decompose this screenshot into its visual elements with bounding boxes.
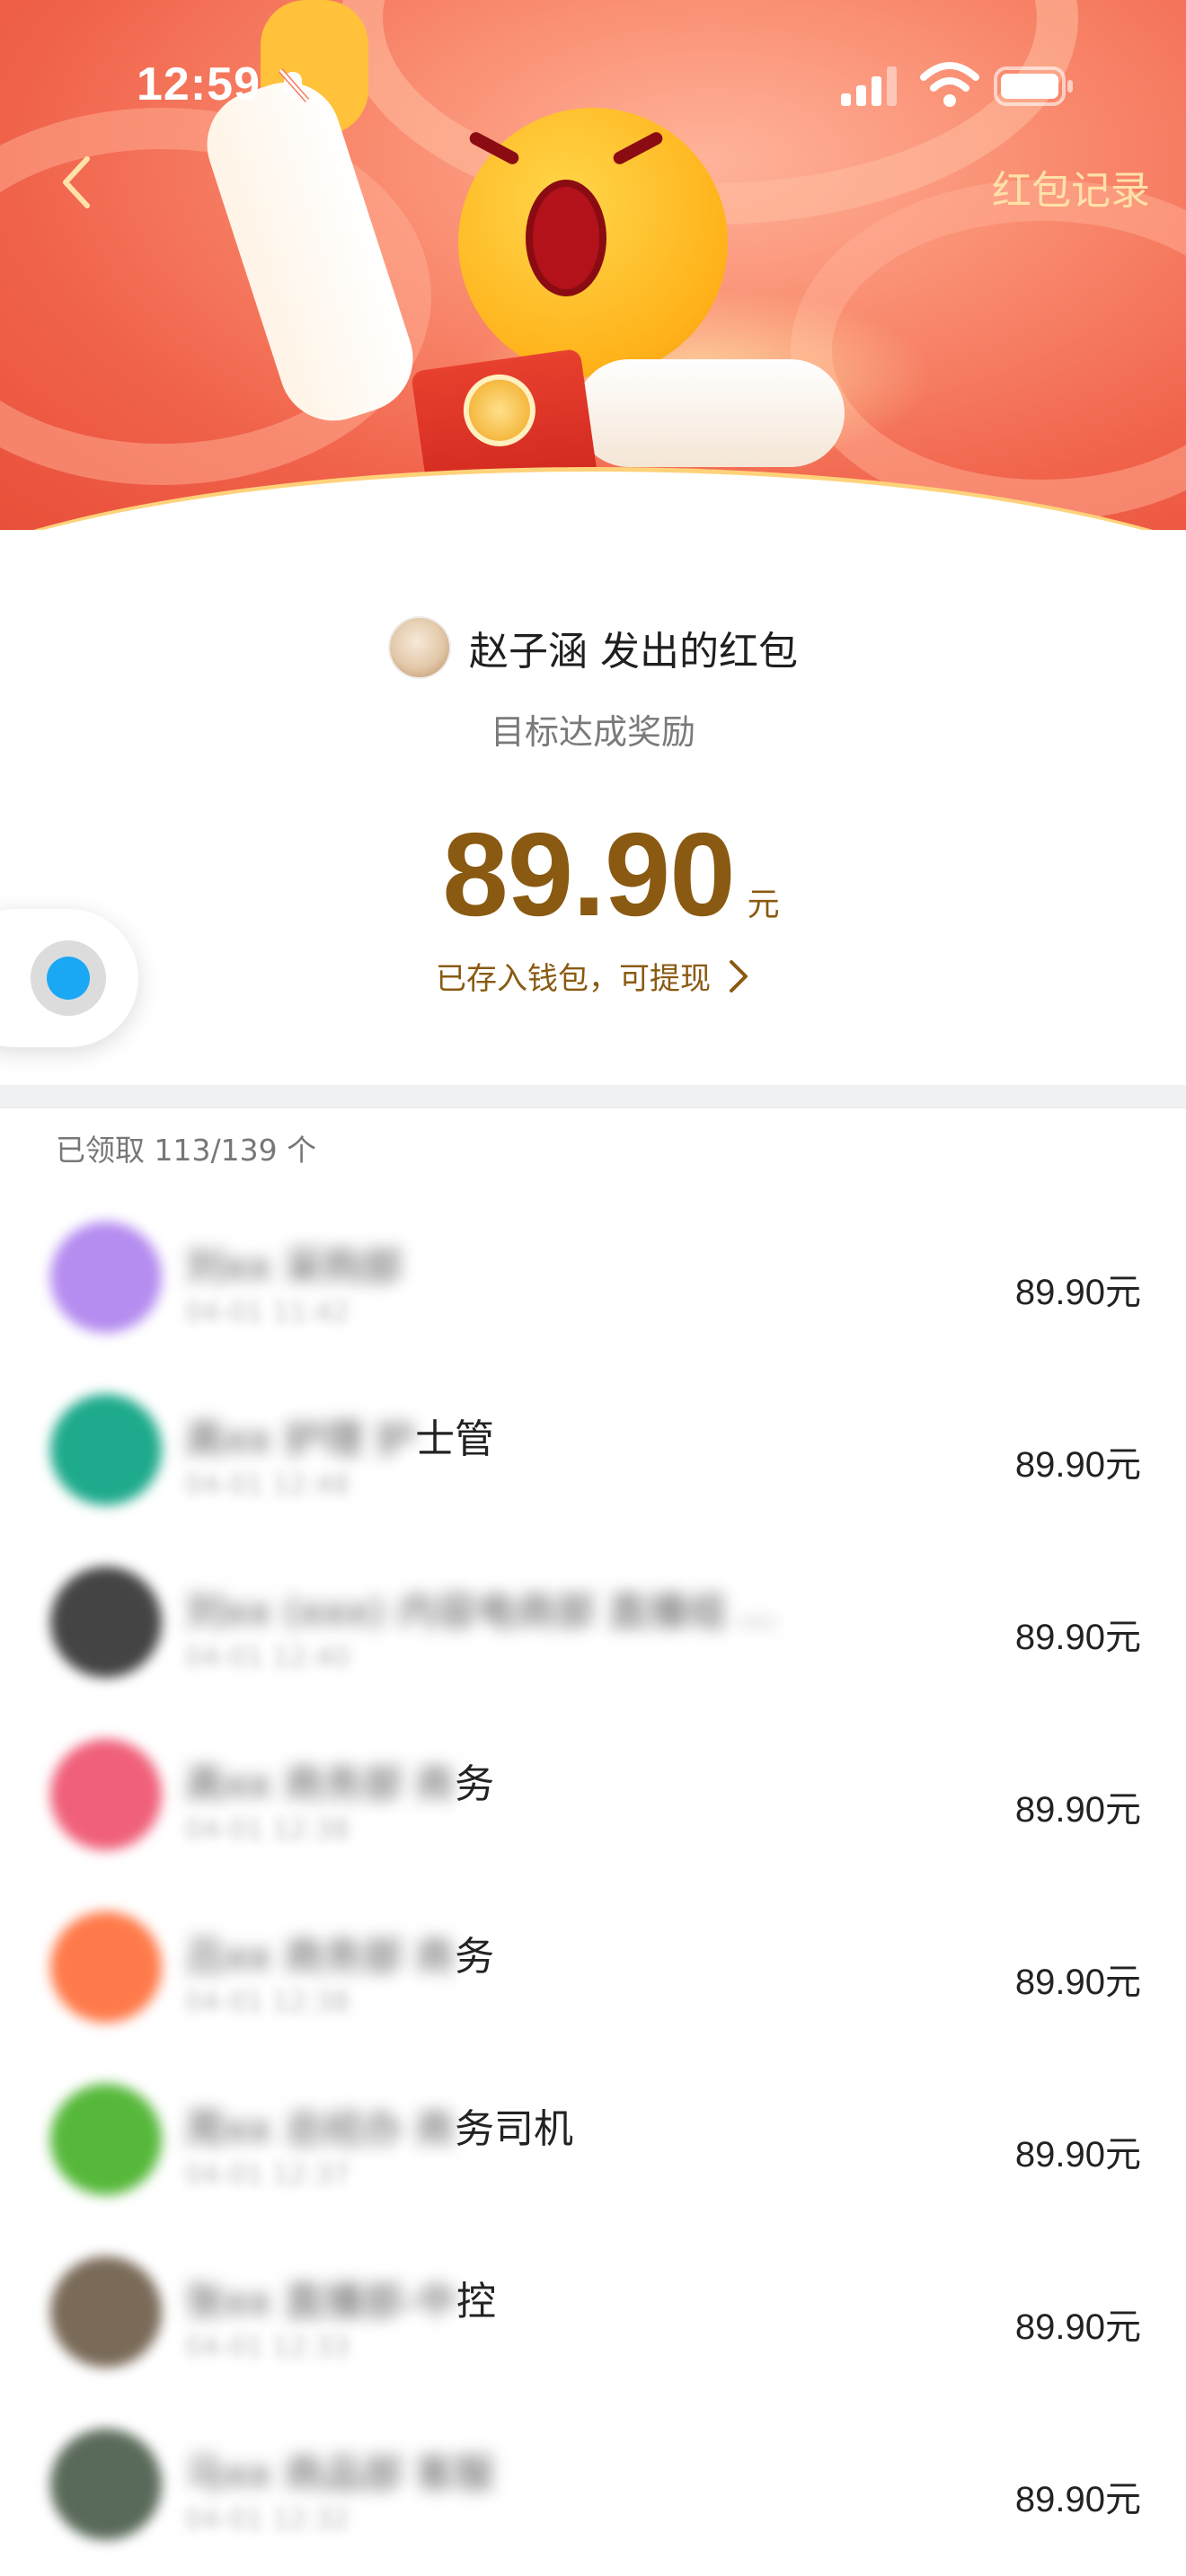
claim-amount: 89.90元 [1014, 2307, 1141, 2348]
claimer-name: 马xx 商品部 客服 [185, 2451, 495, 2497]
claim-time: 04-01 12:38 [185, 1814, 350, 1846]
amount-unit: 元 [747, 887, 780, 923]
list-item[interactable]: 高xx 商务部 商务 04-01 12:38 89.90元 [0, 1717, 1186, 1890]
avatar [50, 2084, 162, 2195]
list-item[interactable]: 张xx 直播部-中控 04-01 12:33 89.90元 [0, 2235, 1186, 2407]
list-item[interactable]: 刘xx (xxx) 内容电商部 直播组 ... 04-01 12:40 89.9… [0, 1545, 1186, 1717]
claim-time: 04-01 12:38 [185, 1987, 350, 2018]
chevron-right-icon [730, 959, 748, 992]
battery-icon [994, 66, 1073, 106]
list-item[interactable]: 吕xx 商务部 商务 04-01 12:38 89.90元 [0, 1890, 1186, 2062]
claimer-name: 吕xx 商务部 商务 [185, 1934, 495, 1980]
claim-list: 刘xx 采购部 04-01 11:42 89.90元 高xx 护理 护士管 04… [0, 1200, 1186, 2576]
wallet-link[interactable]: 已存入钱包，可提现 [0, 954, 1186, 998]
avatar [50, 1566, 162, 1678]
claimer-name: 刘xx 采购部 [185, 1244, 403, 1290]
claim-amount: 89.90元 [1014, 1444, 1141, 1486]
bell-muted-icon [278, 68, 310, 102]
claimer-name: 刘xx (xxx) 内容电商部 直播组 ... [185, 1589, 777, 1635]
avatar [50, 2429, 162, 2540]
claim-time: 04-01 12:48 [185, 1469, 350, 1501]
status-time: 12:59 [137, 58, 261, 110]
claimer-name: 张xx 直播部-中控 [185, 2279, 496, 2325]
sender-name: 赵子涵 发出的红包 [469, 629, 798, 675]
red-packet-records-link[interactable]: 红包记录 [992, 158, 1150, 216]
avatar [50, 2256, 162, 2368]
list-item[interactable]: 周xx 总经办 商务司机 04-01 12:37 89.90元 [0, 2062, 1186, 2235]
amount-display: 89.90 元 [0, 807, 1186, 942]
back-button[interactable] [45, 151, 108, 214]
avatar [50, 1394, 162, 1505]
avatar [50, 1222, 162, 1333]
mascot-arm [575, 359, 845, 467]
claim-time: 04-01 12:33 [185, 2332, 350, 2363]
claim-amount: 89.90元 [1014, 2479, 1141, 2520]
claim-amount: 89.90元 [1014, 2134, 1141, 2175]
floating-assistant-button[interactable] [0, 909, 138, 1047]
sender-line: 赵子涵 发出的红包 [0, 616, 1186, 679]
claim-time: 04-01 11:42 [185, 1297, 350, 1328]
packet-subtitle: 目标达成奖励 [490, 712, 695, 752]
claim-time: 04-01 12:40 [185, 1642, 350, 1673]
red-packet-detail-page: 喜报 12:59 [0, 0, 1186, 2576]
assistant-dot-icon [31, 940, 106, 1016]
claim-time: 04-01 12:32 [185, 2504, 350, 2536]
list-item[interactable]: 刘xx 采购部 04-01 11:42 89.90元 [0, 1200, 1186, 1372]
medal-icon [458, 369, 541, 452]
claimer-name: 高xx 护理 护士管 [185, 1416, 495, 1462]
list-item[interactable]: 马xx 商品部 客服 04-01 12:32 89.90元 [0, 2407, 1186, 2576]
wifi-icon [920, 62, 979, 107]
avatar [50, 1911, 162, 2023]
claim-time: 04-01 12:37 [185, 2159, 350, 2191]
avatar [50, 1739, 162, 1850]
claimer-name: 周xx 总经办 商务司机 [185, 2106, 574, 2152]
sender-avatar [388, 616, 451, 679]
claim-amount: 89.90元 [1014, 1272, 1141, 1313]
section-divider [0, 1085, 1186, 1108]
header-banner: 喜报 12:59 [0, 0, 1186, 530]
claimed-count: 已领取 113/139 个 [56, 1133, 317, 1168]
claim-amount: 89.90元 [1014, 1789, 1141, 1831]
wallet-note: 已存入钱包，可提现 [436, 961, 711, 997]
list-item[interactable]: 高xx 护理 护士管 04-01 12:48 89.90元 [0, 1372, 1186, 1545]
claim-amount: 89.90元 [1014, 1962, 1141, 2003]
amount-value: 89.90 [442, 808, 735, 940]
cellular-signal-icon [841, 66, 897, 106]
claim-amount: 89.90元 [1014, 1617, 1141, 1658]
claimer-name: 高xx 商务部 商务 [185, 1761, 495, 1807]
chevron-left-icon [63, 156, 90, 208]
